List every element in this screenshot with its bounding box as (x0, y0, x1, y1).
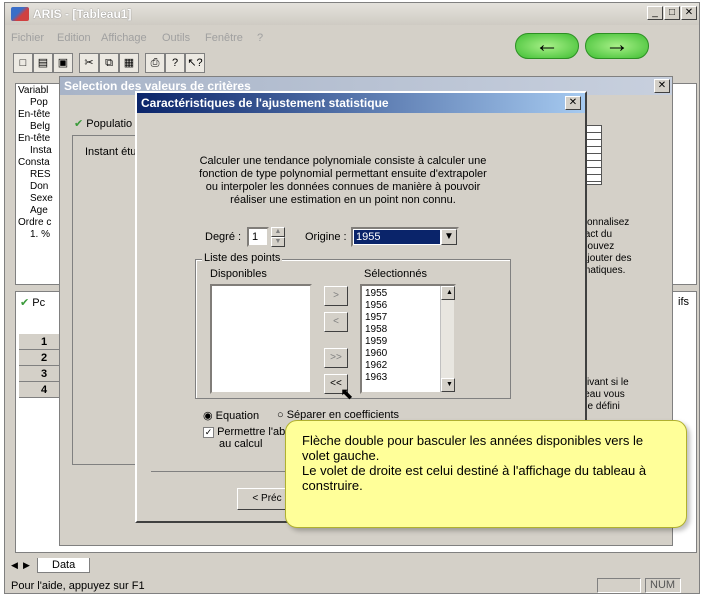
menu-fichier[interactable]: Fichier (11, 32, 44, 44)
tree-item[interactable]: Belg (18, 121, 62, 133)
print-icon[interactable]: ⎙ (145, 53, 165, 73)
tree-item[interactable]: Age (18, 205, 62, 217)
allow-checkbox[interactable]: ✓ Permettre l'abs au calcul (203, 426, 291, 450)
scroll-down-icon[interactable]: ▼ (441, 378, 455, 392)
selected-label: Sélectionnés (364, 268, 427, 280)
forward-arrow-button[interactable]: → (585, 33, 649, 59)
new-file-icon[interactable]: □ (13, 53, 33, 73)
aris-app-icon (11, 7, 29, 21)
points-group-label: Liste des points (202, 252, 283, 264)
menu-outils[interactable]: Outils (162, 32, 190, 44)
origin-select[interactable]: 1955 ▼ (351, 227, 459, 247)
back-arrow-button[interactable]: ← (515, 33, 579, 59)
selected-list[interactable]: 1955 1956 1957 1958 1959 1960 1962 1963 … (360, 284, 456, 394)
available-list[interactable] (210, 284, 312, 394)
tree-item[interactable]: Don (18, 181, 62, 193)
tree-item[interactable]: Ordre c (18, 217, 62, 229)
radio-equation[interactable]: ◉ Equation (203, 409, 259, 422)
chevron-down-icon[interactable]: ▼ (441, 229, 457, 245)
move-left-button[interactable]: < (324, 312, 348, 332)
cut-icon[interactable]: ✂ (79, 53, 99, 73)
move-right-button[interactable]: > (324, 286, 348, 306)
tree-item[interactable]: Variabl (18, 85, 62, 97)
move-all-right-button[interactable]: >> (324, 348, 348, 368)
fit-close-button[interactable]: ✕ (565, 96, 581, 110)
tree-item[interactable]: En-tête (18, 133, 62, 145)
fit-description: Calculer une tendance polynomiale consis… (199, 155, 487, 206)
tooltip-line-2: Le volet de droite est celui destiné à l… (302, 463, 647, 493)
tree-item[interactable]: RES (18, 169, 62, 181)
tab-nav-right-icon[interactable]: ▶ (23, 560, 30, 571)
help-tooltip: Flèche double pour basculer les années d… (285, 420, 687, 528)
menu-help[interactable]: ? (257, 32, 263, 44)
points-groupbox: Liste des points Disponibles Sélectionné… (195, 252, 511, 403)
selected-list-scrollbar[interactable]: ▲ ▼ (440, 286, 455, 392)
copy-icon[interactable]: ⧉ (99, 53, 119, 73)
instant-label: Instant étu (85, 146, 137, 158)
status-bar: Pour l'aide, appuyez sur F1 NUM (5, 577, 699, 595)
fit-dialog-title: Caractéristiques de l'ajustement statist… (137, 93, 585, 113)
sheet-tab-data[interactable]: Data (37, 558, 91, 573)
tree-item[interactable]: 1. % (18, 229, 62, 241)
tree-item[interactable]: En-tête (18, 109, 62, 121)
tree-item[interactable]: Insta (18, 145, 62, 157)
mouse-cursor-icon: ⬉ (340, 386, 354, 403)
open-folder-icon[interactable]: ▤ (33, 53, 53, 73)
degree-down-button[interactable]: ▼ (271, 237, 285, 247)
degree-input[interactable]: 1 (247, 227, 269, 247)
criteria-hint-text-2: vivant si le leau vous ue défini (582, 377, 629, 412)
paste-icon[interactable]: ▦ (119, 53, 139, 73)
window-title: ARIS - [Tableau1] (33, 7, 132, 21)
criteria-hint-text: sonnalisez tact du pouvez ajouter des matiqu… (582, 217, 632, 276)
tree-item[interactable]: Sexe (18, 193, 62, 205)
save-icon[interactable]: ▣ (53, 53, 73, 73)
tooltip-line-1: Flèche double pour basculer les années d… (302, 433, 644, 463)
origin-label: Origine : (305, 231, 347, 243)
origin-selected-value: 1955 (354, 230, 440, 244)
tab-nav-left-icon[interactable]: ◀ (11, 560, 18, 571)
population-tab[interactable]: ✔ Populatio (74, 117, 132, 130)
title-bar: ARIS - [Tableau1] _ □ ✕ (5, 3, 699, 25)
menu-affichage[interactable]: Affichage (101, 32, 147, 44)
scroll-up-icon[interactable]: ▲ (441, 286, 455, 300)
degree-label: Degré : (205, 231, 242, 243)
maximize-button[interactable]: □ (664, 6, 680, 20)
num-lock-indicator: NUM (645, 578, 681, 593)
menu-fenetre[interactable]: Fenêtre (205, 32, 243, 44)
grid-tab-label[interactable]: ✔ Pc (20, 296, 45, 309)
help-icon[interactable]: ? (165, 53, 185, 73)
status-blank-panel (597, 578, 641, 593)
close-button[interactable]: ✕ (681, 6, 697, 20)
context-help-icon[interactable]: ↖? (185, 53, 205, 73)
variables-tree[interactable]: Variabl Pop En-tête Belg En-tête Insta C… (15, 83, 65, 285)
tree-item[interactable]: Consta (18, 157, 62, 169)
instant-panel: Instant étu (72, 135, 142, 465)
available-label: Disponibles (210, 268, 267, 280)
degree-up-button[interactable]: ▲ (271, 227, 285, 237)
minimize-button[interactable]: _ (647, 6, 663, 20)
menu-edition[interactable]: Edition (57, 32, 91, 44)
status-help-text: Pour l'aide, appuyez sur F1 (11, 580, 145, 592)
criteria-close-button[interactable]: ✕ (654, 79, 670, 93)
grid-right-label: ifs (678, 296, 689, 308)
tree-item[interactable]: Pop (18, 97, 62, 109)
